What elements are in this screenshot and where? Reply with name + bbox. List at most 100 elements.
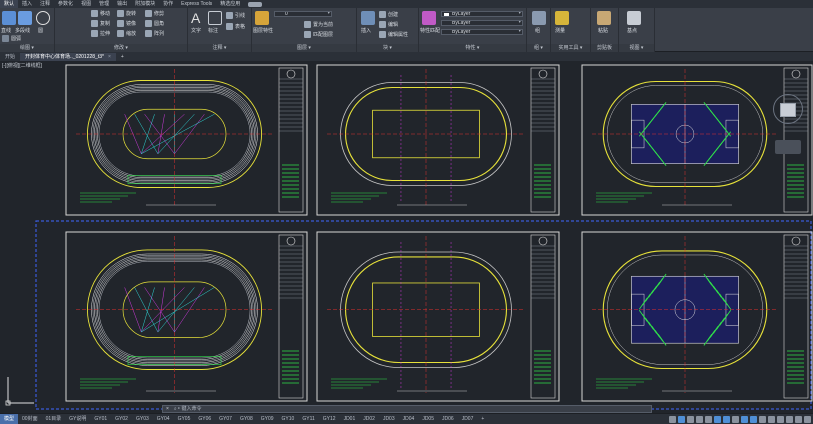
panel-view-label[interactable]: 视图 ▾ [619,44,654,52]
ribbon-tab[interactable]: 插入 [18,0,36,8]
layout-tab[interactable]: 01目录 [42,414,66,424]
status-toggle-icon[interactable] [687,416,694,423]
ribbon-tab[interactable]: 协作 [159,0,177,8]
panel-clipboard-label[interactable]: 剪贴板 [591,44,618,52]
match-layer-button[interactable]: 匹配图层 [304,31,333,38]
ribbon-tab[interactable]: 精选应用 [216,0,244,8]
panel-block-label[interactable]: 块 ▾ [357,44,418,52]
status-toggle-icon[interactable] [786,416,793,423]
table-button[interactable]: 表格 [226,23,245,30]
arc-button[interactable]: 圆弧 [2,35,21,42]
ribbon-tab[interactable]: 默认 [0,0,19,8]
ribbon-tab[interactable]: 附加模块 [131,0,159,8]
layout-tab[interactable]: 模型 [0,413,19,424]
layout-tab[interactable]: GY01 [90,414,111,424]
drawing-canvas[interactable]: [-][俯视][二维线框] [0,61,813,413]
layout-tab[interactable]: JD06 [438,414,458,424]
layout-tab[interactable]: GY02 [111,414,132,424]
layer-dropdown[interactable]: 0 [274,11,332,17]
layout-tab[interactable]: JD04 [399,414,419,424]
status-toggle-icon[interactable] [732,416,739,423]
status-toggle-icon[interactable] [768,416,775,423]
command-line[interactable]: × ⌕ ▸ 键入命令 [162,405,652,413]
status-toggle-icon[interactable] [795,416,802,423]
line-icon[interactable] [2,11,16,25]
status-toggle-icon[interactable] [741,416,748,423]
layout-tab[interactable]: GY12 [319,414,340,424]
tab-start[interactable]: 开始 [0,53,20,61]
dimension-icon[interactable] [208,11,222,25]
edit-block-button[interactable]: 编辑 [379,21,398,28]
ribbon-tab[interactable]: 管理 [95,0,113,8]
measure-icon[interactable] [555,11,569,25]
ribbon-tab[interactable]: 输出 [113,0,131,8]
panel-properties-label[interactable]: 特性 ▾ [419,44,526,52]
trim-button[interactable]: 修剪 [145,10,164,17]
panel-groups-label[interactable]: 组 ▾ [527,44,550,52]
polyline-icon[interactable] [18,11,32,25]
layout-tab[interactable]: GY10 [278,414,299,424]
layout-tab[interactable]: GY05 [174,414,195,424]
command-input[interactable]: 键入命令 [181,406,201,412]
viewcube-face[interactable] [780,103,796,117]
layout-tab[interactable]: JD01 [340,414,360,424]
panel-layers-label[interactable]: 图层 ▾ [252,44,356,52]
layout-tab[interactable]: JD07 [458,414,478,424]
circle-icon[interactable] [36,11,50,25]
base-view-icon[interactable] [627,11,641,25]
layout-tab[interactable]: GY说明 [65,414,90,424]
ribbon-tab[interactable]: 视图 [77,0,95,8]
insert-block-icon[interactable] [361,11,375,25]
ribbon-tab[interactable]: Express Tools [177,0,216,8]
ribbon-minimize-toggle[interactable] [248,1,263,7]
leader-button[interactable]: 引线 [226,12,245,19]
layer-properties-icon[interactable] [255,11,269,25]
text-icon[interactable]: A [191,11,205,25]
panel-annotation-label[interactable]: 注释 ▾ [188,44,251,52]
status-toggle-icon[interactable] [750,416,757,423]
viewport-controls-label[interactable]: [-][俯视][二维线框] [2,62,42,69]
new-tab-button[interactable]: + [116,53,129,61]
tab-drawing[interactable]: 开封体育中心体育场.._0201228_t3* × [20,53,116,61]
layout-tab[interactable]: GY09 [257,414,278,424]
status-toggle-icon[interactable] [723,416,730,423]
status-toggle-icon[interactable] [705,416,712,423]
lineweight-dropdown[interactable]: ByLayer [441,29,523,35]
layout-tab[interactable]: GY07 [215,414,236,424]
linetype-dropdown[interactable]: ByLayer [441,20,523,26]
layout-tab[interactable]: GY08 [236,414,257,424]
rotate-button[interactable]: 旋转 [117,10,136,17]
group-icon[interactable] [532,11,546,25]
status-toggle-icon[interactable] [669,416,676,423]
create-block-button[interactable]: 创建 [379,11,398,18]
layout-tab[interactable]: 00封面 [18,414,42,424]
status-toggle-icon[interactable] [678,416,685,423]
layout-tab[interactable]: GY11 [298,414,318,424]
scale-button[interactable]: 缩放 [117,30,136,37]
layout-tab[interactable]: GY03 [132,414,153,424]
viewcube[interactable] [773,94,803,124]
layout-tab[interactable]: JD03 [379,414,399,424]
status-toggle-icon[interactable] [804,416,811,423]
status-toggle-icon[interactable] [696,416,703,423]
status-toggle-icon[interactable] [759,416,766,423]
ribbon-tab[interactable]: 参数化 [54,0,77,8]
navigation-bar[interactable] [775,140,801,154]
panel-modify-label[interactable]: 修改 ▾ [55,44,187,52]
layout-tab[interactable]: JD02 [359,414,379,424]
ribbon-tab[interactable]: 注释 [36,0,54,8]
color-dropdown[interactable]: ByLayer [441,11,523,17]
layout-tab[interactable]: GY04 [153,414,174,424]
layout-tab[interactable]: JD05 [418,414,438,424]
layout-tab[interactable]: + [477,414,488,424]
stretch-button[interactable]: 拉伸 [91,30,110,37]
fillet-button[interactable]: 圆角 [145,20,164,27]
move-button[interactable]: 移动 [91,10,110,17]
layout-tab[interactable]: GY06 [194,414,215,424]
panel-utilities-label[interactable]: 实用工具 ▾ [551,44,590,52]
make-current-button[interactable]: 置为当前 [304,21,333,28]
copy-button[interactable]: 复制 [91,20,110,27]
close-command-icon[interactable]: × [166,406,169,412]
array-button[interactable]: 阵列 [145,30,164,37]
status-toggle-icon[interactable] [777,416,784,423]
